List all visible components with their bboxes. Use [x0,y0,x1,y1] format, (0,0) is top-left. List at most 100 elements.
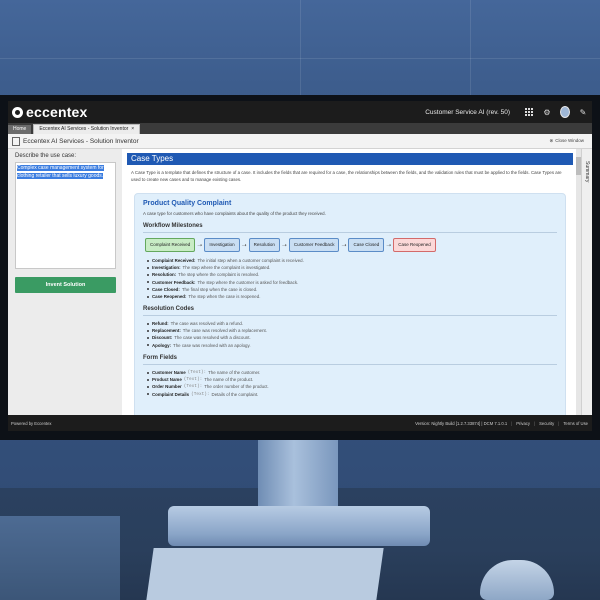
list-item: Customer Feedback: The step where the cus… [147,279,304,286]
monitor: eccentex Customer Service AI (rev. 50) ⚙… [0,95,600,440]
list-item-name: Apology: [152,342,172,348]
logo-text: eccentex [26,104,88,120]
list-item-name: Investigation: [152,265,181,271]
arrow-right-icon: ➝ [281,242,287,249]
bullet [147,393,149,396]
list-item-desc: The step where the customer is asked for… [197,279,299,285]
field-type: (Text): [183,384,203,390]
list-item-name: Customer Name [152,370,186,376]
list-item-desc: The name of the customer. [208,370,261,376]
list-item: Product Name (Text): The name of the produ… [147,376,269,383]
arrow-right-icon: ➝ [241,242,247,249]
case-types-header: Case Types [127,153,573,165]
arrow-right-icon: ➝ [341,242,347,249]
close-icon: ⊗ [549,138,554,143]
close-window-button[interactable]: ⊗ Close Window [549,138,584,144]
left-panel: Describe the use case: Complex case mana… [8,149,122,415]
security-link[interactable]: Security [539,421,554,426]
list-item-desc: The initial step when a customer complai… [197,258,304,264]
list-item-desc: The case was resolved with a discount. [174,335,251,341]
list-item: Replacement: The case was resolved with a… [147,327,267,334]
card-title: Product Quality Complaint [143,200,232,207]
resolution-codes-list: Refund: The case was resolved with a refu… [147,320,267,349]
user-avatar[interactable] [560,106,570,118]
milestone-resolution[interactable]: Resolution [248,238,280,252]
arrow-right-icon: ➝ [197,242,203,249]
separator: | [534,420,536,426]
invent-solution-button[interactable]: Invent Solution [15,277,116,293]
main-content: Case Types A Case Type is a template tha… [124,149,576,415]
list-item-desc: Details of the complaint. [211,391,259,397]
list-item-name: Complaint Details [152,391,190,397]
bullet [147,385,149,388]
list-item-name: Case Reopened: [152,294,187,300]
list-item: Customer Name (Text): The name of the cust… [147,369,269,376]
app-screen: eccentex Customer Service AI (rev. 50) ⚙… [8,101,592,431]
grid-icon[interactable] [524,107,534,117]
summary-rail[interactable]: Summary [581,149,592,415]
list-item: Investigation: The step where the complai… [147,264,304,271]
milestone-complaint-received[interactable]: Complaint Received [145,238,196,252]
page-title: Eccentex AI Services - Solution Inventor [23,137,139,145]
summary-label: Summary [584,161,590,183]
monitor-stand-base [168,506,430,546]
tab-solution-inventor[interactable]: Eccentex AI Services - Solution Inventor… [33,124,141,134]
window-frame-line [470,0,471,95]
app-footer: Powered by Eccentex Version: Nightly Bui… [8,415,592,431]
bullet [147,266,149,269]
list-item-desc: The order number of the product. [204,384,269,390]
list-item-desc: The case was resolved with a replacement… [182,328,267,334]
bullet [147,371,149,374]
divider [143,364,557,365]
footer-links: Version: Nightly Build [1.2.7.33874] | D… [415,421,588,426]
close-tab-icon[interactable]: × [131,125,134,134]
page-icon [12,136,20,146]
list-item-desc: The case was resolved with an apology. [173,342,251,348]
list-item: Case Reopened: The step when the case is … [147,293,304,300]
bullet [147,378,149,381]
paper-notepad [146,548,384,600]
window-frame-line [300,0,301,95]
divider [143,315,557,316]
divider [143,232,557,233]
form-fields-title: Form Fields [143,355,178,361]
bullet [147,288,149,291]
use-case-textarea[interactable]: Complex case management system for cloth… [15,162,116,269]
resolution-codes-title: Resolution Codes [143,306,195,312]
list-item: Refund: The case was resolved with a refu… [147,320,267,327]
list-item-desc: The step where the complaint is resolved… [178,272,260,278]
pencil-icon[interactable]: ✎ [578,107,588,117]
list-item-name: Customer Feedback: [152,279,196,285]
bullet [147,336,149,339]
terms-link[interactable]: Terms of Use [563,421,588,426]
case-type-card: Product Quality Complaint A case type fo… [134,193,566,415]
list-item: Complaint Received: The initial step when… [147,257,304,264]
privacy-link[interactable]: Privacy [516,421,530,426]
milestone-investigation[interactable]: Investigation [204,238,240,252]
list-item-name: Complaint Received: [152,258,196,264]
use-case-text: Complex case management system for cloth… [17,165,104,179]
list-item-name: Order Number [152,384,182,390]
list-item-desc: The step when the case is reopened. [188,294,261,300]
milestone-customer-feedback[interactable]: Customer Feedback [288,238,340,252]
card-description: A case type for customers who have compl… [143,211,326,216]
powered-by: Powered by Eccentex [11,420,52,426]
milestone-case-closed[interactable]: Case Closed [348,238,385,252]
tab-label: Eccentex AI Services - Solution Inventor [39,126,129,132]
bullet [147,322,149,325]
list-item: Case Closed: The final step when the case… [147,286,304,293]
app-header: eccentex Customer Service AI (rev. 50) ⚙… [8,101,592,123]
separator: | [511,420,513,426]
tab-home[interactable]: Home [8,125,32,134]
field-type: (Text): [191,391,210,397]
logo-icon [12,106,23,118]
field-type: (Text): [187,370,207,376]
gear-icon[interactable]: ⚙ [542,107,552,117]
case-types-description: A Case Type is a template that defines t… [131,170,562,182]
list-item: Discount: The case was resolved with a di… [147,334,267,341]
describe-label: Describe the use case: [15,153,77,159]
milestone-case-reopened[interactable]: Case Reopened [393,238,436,252]
separator: | [558,420,560,426]
monitor-stand [258,438,338,516]
list-item-name: Resolution: [152,272,177,278]
